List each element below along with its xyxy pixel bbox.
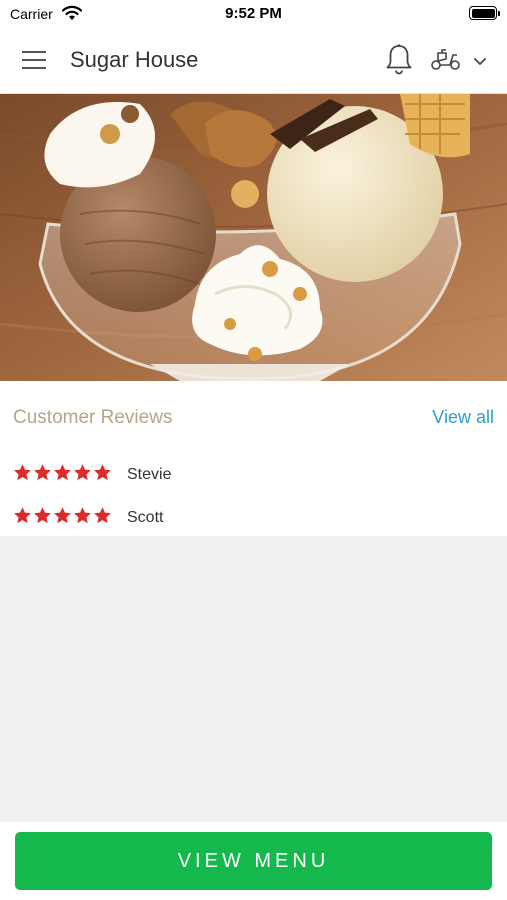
customer-reviews-section: Customer Reviews View all Stevie Scott bbox=[0, 381, 507, 536]
reviews-section-title: Customer Reviews bbox=[13, 407, 173, 428]
status-bar: Carrier 9:52 PM bbox=[0, 0, 507, 28]
star-icon bbox=[34, 464, 51, 481]
star-icon bbox=[34, 507, 51, 524]
chevron-down-icon[interactable] bbox=[473, 54, 487, 72]
battery-icon bbox=[469, 6, 500, 20]
view-menu-button[interactable]: VIEW MENU bbox=[15, 832, 492, 890]
view-all-reviews-link[interactable]: View all bbox=[432, 407, 494, 428]
hero-food-image bbox=[0, 94, 507, 381]
reviewer-name: Stevie bbox=[127, 466, 172, 483]
bell-icon[interactable] bbox=[385, 43, 413, 80]
star-icon bbox=[94, 507, 111, 524]
reviewer-name: Scott bbox=[127, 509, 164, 526]
star-icon bbox=[74, 464, 91, 481]
star-icon bbox=[14, 464, 31, 481]
star-rating bbox=[13, 506, 112, 525]
star-rating bbox=[13, 463, 112, 482]
star-icon bbox=[14, 507, 31, 524]
star-icon bbox=[54, 507, 71, 524]
scooter-icon[interactable] bbox=[430, 47, 462, 76]
restaurant-title: Sugar House bbox=[70, 47, 199, 72]
menu-icon[interactable] bbox=[22, 50, 48, 70]
bottom-action-bar: VIEW MENU bbox=[0, 822, 507, 900]
status-time: 9:52 PM bbox=[225, 5, 282, 22]
star-icon bbox=[74, 507, 91, 524]
top-navigation-bar: Sugar House bbox=[0, 28, 507, 94]
star-icon bbox=[94, 464, 111, 481]
star-icon bbox=[54, 464, 71, 481]
